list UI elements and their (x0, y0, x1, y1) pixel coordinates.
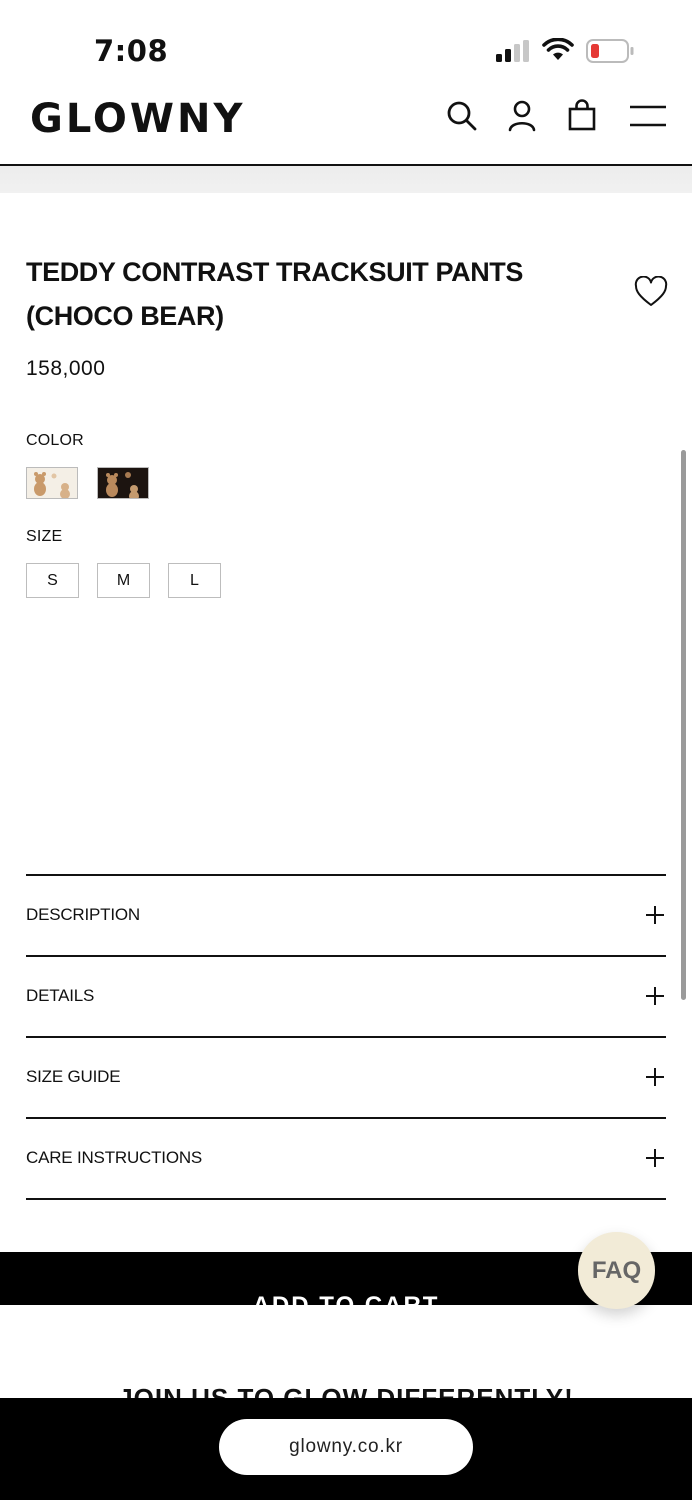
plus-icon (646, 987, 664, 1005)
plus-icon (646, 1068, 664, 1086)
account-icon[interactable] (504, 98, 540, 134)
choco-bear-pattern (98, 468, 148, 498)
wifi-icon (542, 38, 574, 60)
faq-button[interactable]: FAQ (578, 1232, 655, 1309)
accordion-description[interactable]: DESCRIPTION (26, 874, 666, 954)
size-option-m[interactable]: M (97, 563, 150, 598)
accordion-details[interactable]: DETAILS (26, 955, 666, 1035)
address-bar[interactable]: glowny.co.kr (219, 1419, 473, 1475)
size-label: SIZE (26, 528, 63, 545)
search-icon[interactable] (444, 98, 480, 134)
battery-low-icon (586, 39, 634, 63)
accordion-care-instructions[interactable]: CARE INSTRUCTIONS (26, 1117, 666, 1197)
accordion-label: DESCRIPTION (26, 905, 140, 924)
product-title: TEDDY CONTRAST TRACKSUIT PANTS (CHOCO BE… (26, 250, 586, 338)
size-option-s[interactable]: S (26, 563, 79, 598)
product-title-line-1: TEDDY CONTRAST TRACKSUIT PANTS (26, 257, 524, 287)
cream-bear-swatch[interactable] (26, 467, 78, 499)
cellular-signal-icon (496, 40, 529, 62)
accordion-bottom-divider (26, 1198, 666, 1200)
accordion-size-guide[interactable]: SIZE GUIDE (26, 1036, 666, 1116)
plus-icon (646, 906, 664, 924)
plus-icon (646, 1149, 664, 1167)
size-option-l[interactable]: L (168, 563, 221, 598)
product-title-line-2: (CHOCO BEAR) (26, 301, 224, 331)
shopping-bag-icon[interactable] (564, 98, 600, 134)
accordion-label: SIZE GUIDE (26, 1067, 121, 1086)
accordion-label: CARE INSTRUCTIONS (26, 1148, 203, 1167)
status-time: 7:08 (94, 34, 169, 68)
brand-logo[interactable]: GLOWNY (30, 96, 245, 142)
heart-icon[interactable] (634, 276, 668, 308)
product-price: 158,000 (26, 357, 106, 380)
color-label: COLOR (26, 432, 84, 449)
menu-icon[interactable] (628, 104, 668, 130)
newsletter-heading: JOIN US TO GLOW DIFFERENTLY! (0, 1375, 692, 1398)
cream-bear-pattern (27, 468, 77, 498)
image-gallery-edge (0, 166, 692, 193)
page-scrollbar[interactable] (681, 450, 686, 1000)
newsletter-heading-text: JOIN US TO GLOW DIFFERENTLY! (118, 1383, 574, 1398)
accordion-label: DETAILS (26, 986, 95, 1005)
choco-bear-swatch[interactable] (97, 467, 149, 499)
